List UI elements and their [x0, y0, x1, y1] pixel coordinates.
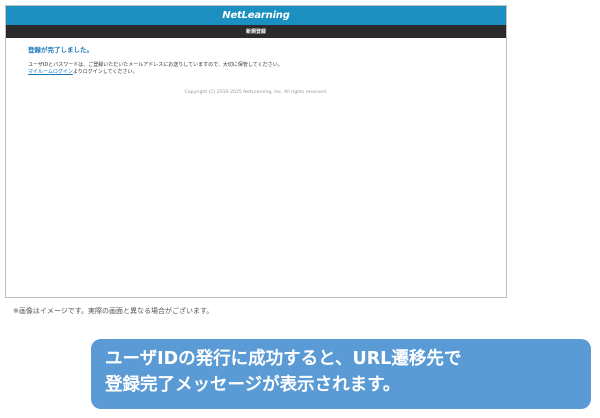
explanation-callout: ユーザIDの発行に成功すると、URL遷移先で 登録完了メッセージが表示されます。	[91, 339, 591, 409]
login-instruction-text: よりログインしてください。	[72, 69, 138, 75]
callout-line-2: 登録完了メッセージが表示されます。	[105, 375, 401, 395]
registration-complete-message: 登録が完了しました。	[28, 46, 93, 54]
netlearning-logo[interactable]: NetLearning	[222, 10, 290, 21]
callout-line-1: ユーザIDの発行に成功すると、URL遷移先で	[105, 349, 462, 369]
image-disclaimer-note: ※画像はイメージです。実際の画面と異なる場合がございます。	[13, 307, 214, 315]
site-header: NetLearning	[6, 6, 506, 25]
main-content: 登録が完了しました。 ユーザIDとパスワードは、ご登録いただいたメールアドレスに…	[6, 38, 506, 95]
browser-screenshot: NetLearning 新規登録 登録が完了しました。 ユーザIDとパスワードは…	[5, 5, 507, 298]
password-notice-text: ユーザIDとパスワードは、ご登録いただいたメールアドレスにお送りしていますので、…	[28, 62, 283, 68]
page-title: 新規登録	[245, 29, 266, 35]
page-title-bar: 新規登録	[6, 25, 506, 38]
copyright-text: Copyright (C) 2010-2025 NetLearning, Inc…	[184, 90, 328, 95]
login-instruction: マイルームログインよりログインしてください。	[28, 69, 506, 76]
myroom-login-link[interactable]: マイルームログイン	[28, 69, 73, 75]
